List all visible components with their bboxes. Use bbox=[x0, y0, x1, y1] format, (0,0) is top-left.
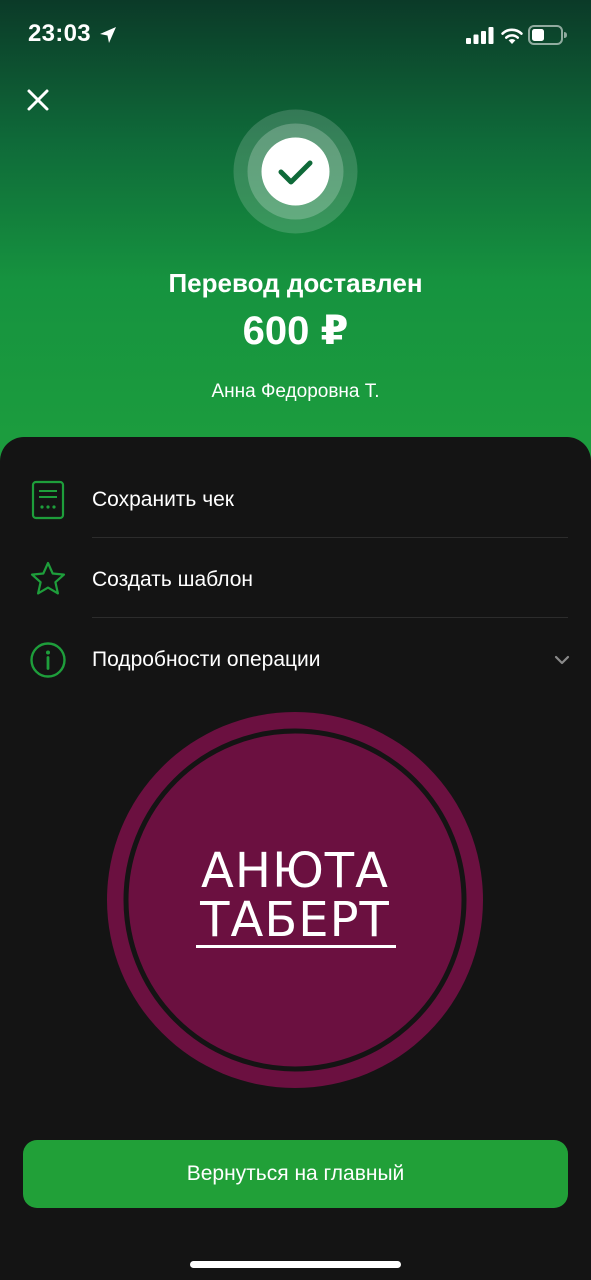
logo-text-line2: ТАБЕРТ bbox=[200, 892, 390, 948]
location-arrow-icon bbox=[100, 27, 116, 43]
transfer-amount: 600 ₽ bbox=[242, 309, 349, 353]
close-button[interactable] bbox=[22, 84, 54, 116]
battery-icon bbox=[528, 25, 567, 45]
return-home-button[interactable]: Вернуться на главный bbox=[23, 1140, 568, 1208]
cellular-signal-icon bbox=[466, 27, 494, 44]
chevron-down-icon bbox=[554, 655, 570, 665]
success-header: 23:03 Перевод доставлен 600 ₽ Анна Федор… bbox=[0, 0, 591, 470]
save-receipt-item[interactable]: Сохранить чек bbox=[0, 460, 591, 540]
divider bbox=[92, 537, 568, 538]
status-time: 23:03 bbox=[28, 20, 91, 47]
operation-details-label: Подробности операции bbox=[92, 648, 321, 671]
create-template-label: Создать шаблон bbox=[92, 568, 254, 591]
operation-details-item[interactable]: Подробности операции bbox=[0, 620, 591, 700]
wifi-icon bbox=[501, 28, 523, 44]
divider bbox=[92, 617, 568, 618]
save-receipt-label: Сохранить чек bbox=[92, 488, 234, 511]
success-check-badge bbox=[233, 109, 358, 234]
logo-underline bbox=[196, 945, 396, 948]
transfer-status-title: Перевод доставлен bbox=[168, 268, 423, 298]
payment-success-screen: 23:03 Перевод доставлен 600 ₽ Анна Федор… bbox=[0, 0, 591, 1280]
receipt-icon bbox=[31, 480, 65, 520]
logo-text-line1: АНЮТА bbox=[201, 843, 389, 899]
info-icon bbox=[30, 642, 66, 678]
recipient-name: Анна Федоровна Т. bbox=[211, 381, 380, 402]
star-icon bbox=[30, 561, 66, 595]
home-indicator bbox=[190, 1261, 401, 1268]
close-icon bbox=[27, 89, 49, 111]
create-template-item[interactable]: Создать шаблон bbox=[0, 540, 591, 620]
brand-logo: АНЮТА ТАБЕРТ bbox=[107, 712, 483, 1088]
status-bar: 23:03 bbox=[0, 0, 591, 70]
